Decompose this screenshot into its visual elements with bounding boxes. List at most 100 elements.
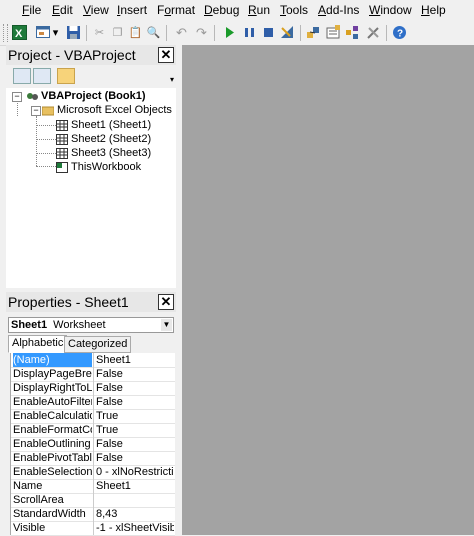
reset-icon[interactable]	[261, 25, 276, 40]
tree-item-sheet3[interactable]: Sheet3 (Sheet3)	[56, 147, 151, 160]
object-name: Sheet1	[11, 319, 48, 331]
worksheet-icon	[56, 119, 68, 131]
properties-grid: (Name) Sheet1 DisplayPageBreaks False Disp…	[10, 353, 175, 536]
property-value[interactable]: -1 - xlSheetVisible	[96, 521, 174, 535]
toolbar-separator	[214, 25, 215, 41]
tab-categorized[interactable]: Categorized	[64, 336, 132, 353]
properties-pane-title: Properties - Sheet1	[8, 294, 129, 310]
insert-dropdown-icon[interactable]: ▾	[52, 25, 59, 40]
property-row[interactable]: StandardWidth 8,43	[11, 507, 175, 522]
property-row[interactable]: EnableSelection 0 - xlNoRestrictions	[11, 465, 175, 480]
property-name: DisplayRightToLeft	[13, 382, 92, 394]
standard-toolbar: X ▾ ✂ ❐ 📋 🔍 ↶ ↷ ?	[0, 21, 474, 46]
menu-edit[interactable]: Edit	[52, 3, 73, 17]
vbaproject-icon	[26, 91, 38, 102]
tree-item-sheet1[interactable]: Sheet1 (Sheet1)	[56, 119, 151, 132]
project-tree: − VBAProject (Book1) − Microsoft Excel O…	[6, 88, 176, 288]
property-row[interactable]: (Name) Sheet1	[11, 353, 175, 368]
property-row[interactable]: ScrollArea	[11, 493, 175, 508]
menu-help[interactable]: Help	[421, 3, 446, 17]
view-object-icon[interactable]	[33, 68, 51, 84]
break-icon[interactable]	[242, 25, 257, 40]
mdi-workspace[interactable]	[182, 45, 474, 535]
menu-view[interactable]: View	[83, 3, 109, 17]
tree-root-vbaproject[interactable]: VBAProject (Book1)	[26, 90, 146, 103]
property-value[interactable]: False	[96, 451, 174, 465]
property-value[interactable]: False	[96, 395, 174, 409]
project-explorer-icon[interactable]	[306, 25, 321, 40]
property-value[interactable]: False	[96, 437, 174, 451]
property-value[interactable]: False	[96, 367, 174, 381]
design-mode-icon[interactable]	[280, 25, 295, 40]
property-name: ScrollArea	[13, 494, 64, 506]
copy-icon[interactable]: ❐	[110, 25, 125, 40]
cut-icon[interactable]: ✂	[92, 25, 107, 40]
find-icon[interactable]: 🔍	[146, 25, 161, 40]
save-icon[interactable]	[66, 25, 81, 40]
property-name: EnableSelection	[13, 466, 92, 478]
property-row[interactable]: Name Sheet1	[11, 479, 175, 494]
svg-text:?: ?	[397, 29, 403, 40]
tab-alphabetic[interactable]: Alphabetic	[8, 335, 68, 353]
project-pane-title-bar: Project - VBAProject ✕	[6, 45, 176, 65]
property-value[interactable]: True	[96, 409, 174, 423]
properties-pane-title-bar: Properties - Sheet1 ✕	[6, 292, 176, 312]
chevron-down-icon[interactable]: ▼	[161, 319, 172, 331]
property-name: (Name)	[13, 353, 92, 367]
toolbar-separator	[86, 25, 87, 41]
property-row[interactable]: EnablePivotTable False	[11, 451, 175, 466]
svg-text:X: X	[15, 28, 23, 40]
run-icon[interactable]	[222, 25, 237, 40]
toolbar-grip[interactable]	[3, 24, 8, 42]
menu-add-ins[interactable]: Add-Ins	[318, 3, 359, 17]
property-name: DisplayPageBreaks	[13, 368, 92, 380]
property-value[interactable]	[96, 493, 174, 507]
menu-run[interactable]: Run	[248, 3, 270, 17]
toolbox-icon[interactable]	[366, 25, 381, 40]
menu-tools[interactable]: Tools	[280, 3, 308, 17]
redo-icon[interactable]: ↷	[194, 25, 209, 40]
help-icon[interactable]: ?	[392, 25, 407, 40]
property-row[interactable]: Visible -1 - xlSheetVisible	[11, 521, 175, 536]
close-icon[interactable]: ✕	[158, 47, 174, 63]
folder-icon	[41, 105, 55, 116]
property-value[interactable]: 0 - xlNoRestrictions	[96, 465, 174, 479]
properties-window-icon[interactable]	[326, 25, 341, 40]
toggle-folders-icon[interactable]	[57, 68, 75, 84]
property-name: EnablePivotTable	[13, 452, 92, 464]
project-pane-title: Project - VBAProject	[8, 47, 136, 63]
close-icon[interactable]: ✕	[158, 294, 174, 310]
tree-collapse-icon[interactable]: −	[31, 106, 41, 116]
tree-item-thisworkbook[interactable]: ThisWorkbook	[56, 161, 141, 174]
property-value[interactable]: 8,43	[96, 507, 174, 521]
menu-window[interactable]: Window	[369, 3, 412, 17]
property-value[interactable]: Sheet1	[96, 479, 174, 493]
property-row[interactable]: DisplayPageBreaks False	[11, 367, 175, 382]
property-value[interactable]: Sheet1	[96, 353, 174, 367]
property-value[interactable]: True	[96, 423, 174, 437]
properties-tabs: Alphabetic Categorized	[8, 335, 174, 353]
property-name: EnableOutlining	[13, 438, 91, 450]
property-row[interactable]: DisplayRightToLeft False	[11, 381, 175, 396]
object-selector-dropdown[interactable]: Sheet1 Worksheet ▼	[8, 317, 174, 333]
property-row[interactable]: EnableOutlining False	[11, 437, 175, 452]
undo-icon[interactable]: ↶	[174, 25, 189, 40]
workbook-icon	[56, 161, 68, 173]
menu-format[interactable]: Format	[157, 3, 195, 17]
view-code-icon[interactable]	[13, 68, 31, 84]
menu-file[interactable]: File	[22, 3, 41, 17]
object-browser-icon[interactable]	[345, 25, 360, 40]
tree-folder-excel-objects[interactable]: Microsoft Excel Objects	[41, 104, 172, 117]
menu-debug[interactable]: Debug	[204, 3, 239, 17]
paste-icon[interactable]: 📋	[128, 25, 143, 40]
property-row[interactable]: EnableAutoFilter False	[11, 395, 175, 410]
menu-bar: File Edit View Insert Format Debug Run T…	[0, 0, 474, 21]
insert-userform-icon[interactable]	[36, 25, 51, 40]
property-row[interactable]: EnableCalculation True	[11, 409, 175, 424]
tree-item-sheet2[interactable]: Sheet2 (Sheet2)	[56, 133, 151, 146]
property-value[interactable]: False	[96, 381, 174, 395]
view-excel-icon[interactable]: X	[12, 25, 27, 40]
menu-insert[interactable]: Insert	[117, 3, 147, 17]
property-row[interactable]: EnableFormatConditionsCalculation True	[11, 423, 175, 438]
tree-collapse-icon[interactable]: −	[12, 92, 22, 102]
